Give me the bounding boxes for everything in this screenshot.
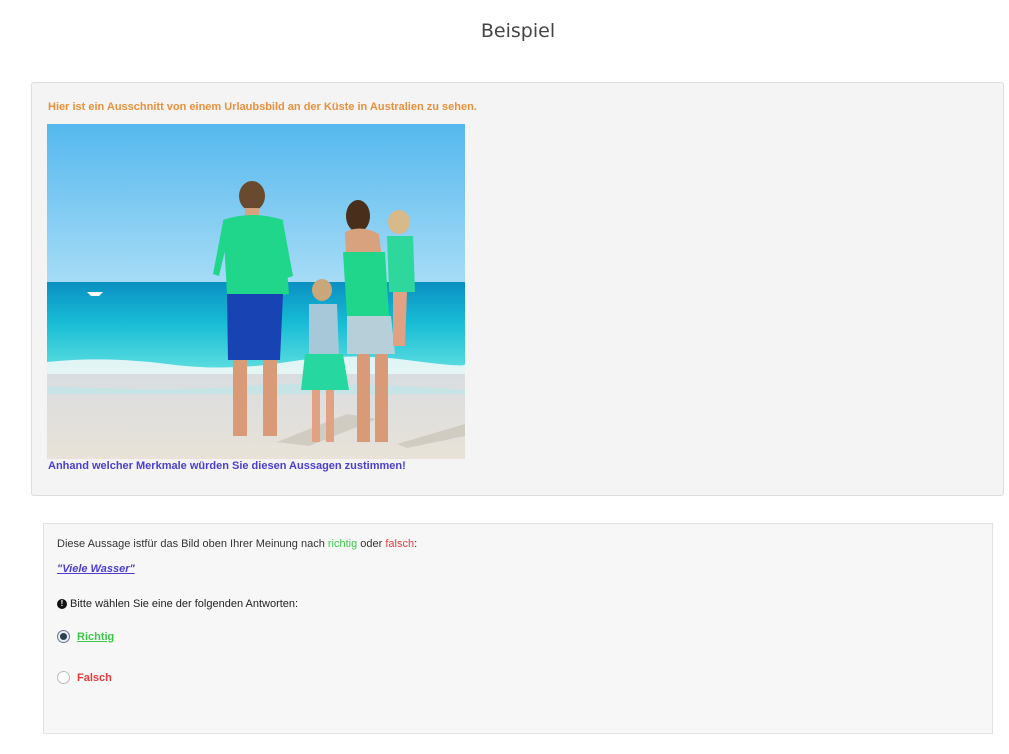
prompt-text: Anhand welcher Merkmale würden Sie diese… <box>48 460 406 472</box>
word-correct: richtig <box>327 538 358 550</box>
instruction-text: Bitte wählen Sie eine der folgenden Antw… <box>70 598 299 610</box>
radio-richtig[interactable] <box>57 630 70 643</box>
question-text-or: oder <box>357 538 386 550</box>
option-richtig-label[interactable]: Richtig <box>77 631 114 643</box>
option-richtig[interactable]: Richtig <box>57 630 114 643</box>
option-falsch[interactable]: Falsch <box>57 671 112 684</box>
instruction: ! Bitte wählen Sie eine der folgenden An… <box>57 598 298 610</box>
word-wrong: falsch <box>385 538 415 550</box>
question-text-after: : <box>414 538 418 550</box>
option-falsch-label[interactable]: Falsch <box>77 672 112 684</box>
question-panel: Diese Aussage istfür das Bild oben Ihrer… <box>43 523 993 734</box>
beach-family-photo <box>47 124 465 459</box>
question-text-before: Diese Aussage istfür das Bild oben Ihrer… <box>57 538 328 550</box>
exclamation-icon: ! <box>57 599 67 609</box>
question-text: Diese Aussage istfür das Bild oben Ihrer… <box>57 538 417 550</box>
page-title: Beispiel <box>480 20 556 42</box>
info-panel: Hier ist ein Ausschnitt von einem Urlaub… <box>31 82 1004 496</box>
intro-text: Hier ist ein Ausschnitt von einem Urlaub… <box>48 101 477 113</box>
radio-falsch[interactable] <box>57 671 70 684</box>
statement-link[interactable]: "Viele Wasser" <box>57 563 135 575</box>
